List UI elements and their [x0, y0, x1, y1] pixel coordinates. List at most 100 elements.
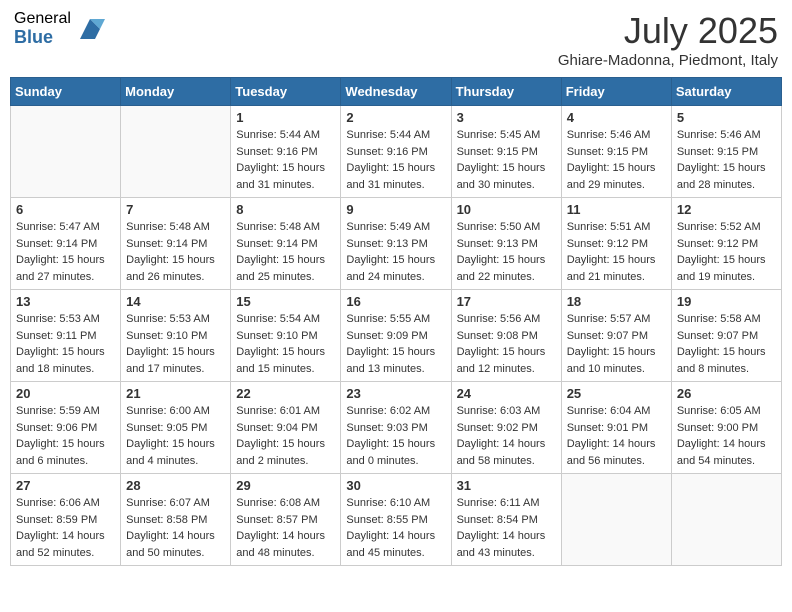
day-detail: Sunrise: 5:57 AM Sunset: 9:07 PM Dayligh…: [567, 311, 666, 377]
day-number: 3: [457, 110, 556, 125]
day-number: 23: [346, 386, 445, 401]
calendar-cell: 5 Sunrise: 5:46 AM Sunset: 9:15 PM Daylig…: [671, 106, 781, 198]
day-number: 8: [236, 202, 335, 217]
calendar-cell: 8 Sunrise: 5:48 AM Sunset: 9:14 PM Daylig…: [231, 198, 341, 290]
calendar-cell: 23 Sunrise: 6:02 AM Sunset: 9:03 PM Dayli…: [341, 382, 451, 474]
day-number: 22: [236, 386, 335, 401]
calendar-cell: 24Sunrise: 6:03 AM Sunset: 9:02 PM Dayli…: [451, 382, 561, 474]
calendar-cell: 12Sunrise: 5:52 AM Sunset: 9:12 PM Dayli…: [671, 198, 781, 290]
calendar-cell: 11 Sunrise: 5:51 AM Sunset: 9:12 PM Dayli…: [561, 198, 671, 290]
day-detail: Sunrise: 6:08 AM Sunset: 8:57 PM Dayligh…: [236, 495, 335, 561]
day-detail: Sunrise: 5:59 AM Sunset: 9:06 PM Dayligh…: [16, 403, 115, 469]
calendar-cell: 6 Sunrise: 5:47 AM Sunset: 9:14 PM Daylig…: [11, 198, 121, 290]
day-detail: Sunrise: 5:48 AM Sunset: 9:14 PM Dayligh…: [126, 219, 225, 285]
day-number: 4: [567, 110, 666, 125]
day-number: 31: [457, 478, 556, 493]
month-title: July 2025: [558, 10, 778, 52]
col-header-saturday: Saturday: [671, 78, 781, 106]
day-detail: Sunrise: 5:49 AM Sunset: 9:13 PM Dayligh…: [346, 219, 445, 285]
day-detail: Sunrise: 5:55 AM Sunset: 9:09 PM Dayligh…: [346, 311, 445, 377]
day-detail: Sunrise: 5:46 AM Sunset: 9:15 PM Dayligh…: [677, 127, 776, 193]
day-detail: Sunrise: 6:01 AM Sunset: 9:04 PM Dayligh…: [236, 403, 335, 469]
calendar-week-row: 6 Sunrise: 5:47 AM Sunset: 9:14 PM Daylig…: [11, 198, 782, 290]
calendar-cell: 1 Sunrise: 5:44 AM Sunset: 9:16 PM Daylig…: [231, 106, 341, 198]
day-detail: Sunrise: 5:47 AM Sunset: 9:14 PM Dayligh…: [16, 219, 115, 285]
day-detail: Sunrise: 6:02 AM Sunset: 9:03 PM Dayligh…: [346, 403, 445, 469]
day-detail: Sunrise: 6:05 AM Sunset: 9:00 PM Dayligh…: [677, 403, 776, 469]
day-number: 21: [126, 386, 225, 401]
day-detail: Sunrise: 6:00 AM Sunset: 9:05 PM Dayligh…: [126, 403, 225, 469]
day-number: 30: [346, 478, 445, 493]
logo-general: General: [14, 10, 71, 28]
day-detail: Sunrise: 5:44 AM Sunset: 9:16 PM Dayligh…: [346, 127, 445, 193]
day-detail: Sunrise: 5:44 AM Sunset: 9:16 PM Dayligh…: [236, 127, 335, 193]
calendar-cell: 9 Sunrise: 5:49 AM Sunset: 9:13 PM Daylig…: [341, 198, 451, 290]
logo-icon: [75, 14, 105, 44]
calendar-cell: 13Sunrise: 5:53 AM Sunset: 9:11 PM Dayli…: [11, 290, 121, 382]
day-detail: Sunrise: 6:04 AM Sunset: 9:01 PM Dayligh…: [567, 403, 666, 469]
calendar-cell: [121, 106, 231, 198]
day-number: 28: [126, 478, 225, 493]
col-header-wednesday: Wednesday: [341, 78, 451, 106]
day-detail: Sunrise: 5:54 AM Sunset: 9:10 PM Dayligh…: [236, 311, 335, 377]
calendar-cell: 22 Sunrise: 6:01 AM Sunset: 9:04 PM Dayli…: [231, 382, 341, 474]
calendar-cell: 14 Sunrise: 5:53 AM Sunset: 9:10 PM Dayli…: [121, 290, 231, 382]
calendar-cell: 30Sunrise: 6:10 AM Sunset: 8:55 PM Dayli…: [341, 474, 451, 566]
day-number: 14: [126, 294, 225, 309]
logo: General Blue: [14, 10, 105, 47]
day-number: 7: [126, 202, 225, 217]
day-detail: Sunrise: 5:48 AM Sunset: 9:14 PM Dayligh…: [236, 219, 335, 285]
logo-text: General Blue: [14, 10, 71, 47]
day-number: 24: [457, 386, 556, 401]
calendar-cell: 4Sunrise: 5:46 AM Sunset: 9:15 PM Daylig…: [561, 106, 671, 198]
day-detail: Sunrise: 5:56 AM Sunset: 9:08 PM Dayligh…: [457, 311, 556, 377]
calendar-cell: [11, 106, 121, 198]
calendar-table: SundayMondayTuesdayWednesdayThursdayFrid…: [10, 77, 782, 566]
calendar-cell: 25 Sunrise: 6:04 AM Sunset: 9:01 PM Dayli…: [561, 382, 671, 474]
calendar-cell: [561, 474, 671, 566]
col-header-friday: Friday: [561, 78, 671, 106]
day-number: 19: [677, 294, 776, 309]
calendar-cell: 16Sunrise: 5:55 AM Sunset: 9:09 PM Dayli…: [341, 290, 451, 382]
title-block: July 2025 Ghiare-Madonna, Piedmont, Ital…: [558, 10, 778, 69]
day-number: 18: [567, 294, 666, 309]
day-number: 5: [677, 110, 776, 125]
calendar-cell: [671, 474, 781, 566]
day-number: 27: [16, 478, 115, 493]
calendar-cell: 17 Sunrise: 5:56 AM Sunset: 9:08 PM Dayli…: [451, 290, 561, 382]
day-number: 26: [677, 386, 776, 401]
day-detail: Sunrise: 6:06 AM Sunset: 8:59 PM Dayligh…: [16, 495, 115, 561]
calendar-cell: 28 Sunrise: 6:07 AM Sunset: 8:58 PM Dayli…: [121, 474, 231, 566]
day-number: 11: [567, 202, 666, 217]
col-header-monday: Monday: [121, 78, 231, 106]
location-subtitle: Ghiare-Madonna, Piedmont, Italy: [558, 52, 778, 69]
calendar-cell: 18 Sunrise: 5:57 AM Sunset: 9:07 PM Dayli…: [561, 290, 671, 382]
calendar-cell: 3 Sunrise: 5:45 AM Sunset: 9:15 PM Daylig…: [451, 106, 561, 198]
day-number: 17: [457, 294, 556, 309]
day-detail: Sunrise: 5:58 AM Sunset: 9:07 PM Dayligh…: [677, 311, 776, 377]
calendar-cell: 2 Sunrise: 5:44 AM Sunset: 9:16 PM Daylig…: [341, 106, 451, 198]
calendar-week-row: 27 Sunrise: 6:06 AM Sunset: 8:59 PM Dayli…: [11, 474, 782, 566]
calendar-cell: 19 Sunrise: 5:58 AM Sunset: 9:07 PM Dayli…: [671, 290, 781, 382]
day-number: 9: [346, 202, 445, 217]
day-number: 13: [16, 294, 115, 309]
calendar-cell: 29 Sunrise: 6:08 AM Sunset: 8:57 PM Dayli…: [231, 474, 341, 566]
day-detail: Sunrise: 6:07 AM Sunset: 8:58 PM Dayligh…: [126, 495, 225, 561]
calendar-cell: 7 Sunrise: 5:48 AM Sunset: 9:14 PM Daylig…: [121, 198, 231, 290]
day-detail: Sunrise: 5:52 AM Sunset: 9:12 PM Dayligh…: [677, 219, 776, 285]
day-number: 29: [236, 478, 335, 493]
day-detail: Sunrise: 5:45 AM Sunset: 9:15 PM Dayligh…: [457, 127, 556, 193]
day-detail: Sunrise: 5:51 AM Sunset: 9:12 PM Dayligh…: [567, 219, 666, 285]
calendar-week-row: 1 Sunrise: 5:44 AM Sunset: 9:16 PM Daylig…: [11, 106, 782, 198]
day-detail: Sunrise: 5:53 AM Sunset: 9:10 PM Dayligh…: [126, 311, 225, 377]
day-number: 6: [16, 202, 115, 217]
day-number: 2: [346, 110, 445, 125]
calendar-cell: 10Sunrise: 5:50 AM Sunset: 9:13 PM Dayli…: [451, 198, 561, 290]
col-header-sunday: Sunday: [11, 78, 121, 106]
day-number: 1: [236, 110, 335, 125]
day-number: 25: [567, 386, 666, 401]
day-number: 10: [457, 202, 556, 217]
col-header-tuesday: Tuesday: [231, 78, 341, 106]
day-detail: Sunrise: 6:11 AM Sunset: 8:54 PM Dayligh…: [457, 495, 556, 561]
calendar-cell: 15Sunrise: 5:54 AM Sunset: 9:10 PM Dayli…: [231, 290, 341, 382]
